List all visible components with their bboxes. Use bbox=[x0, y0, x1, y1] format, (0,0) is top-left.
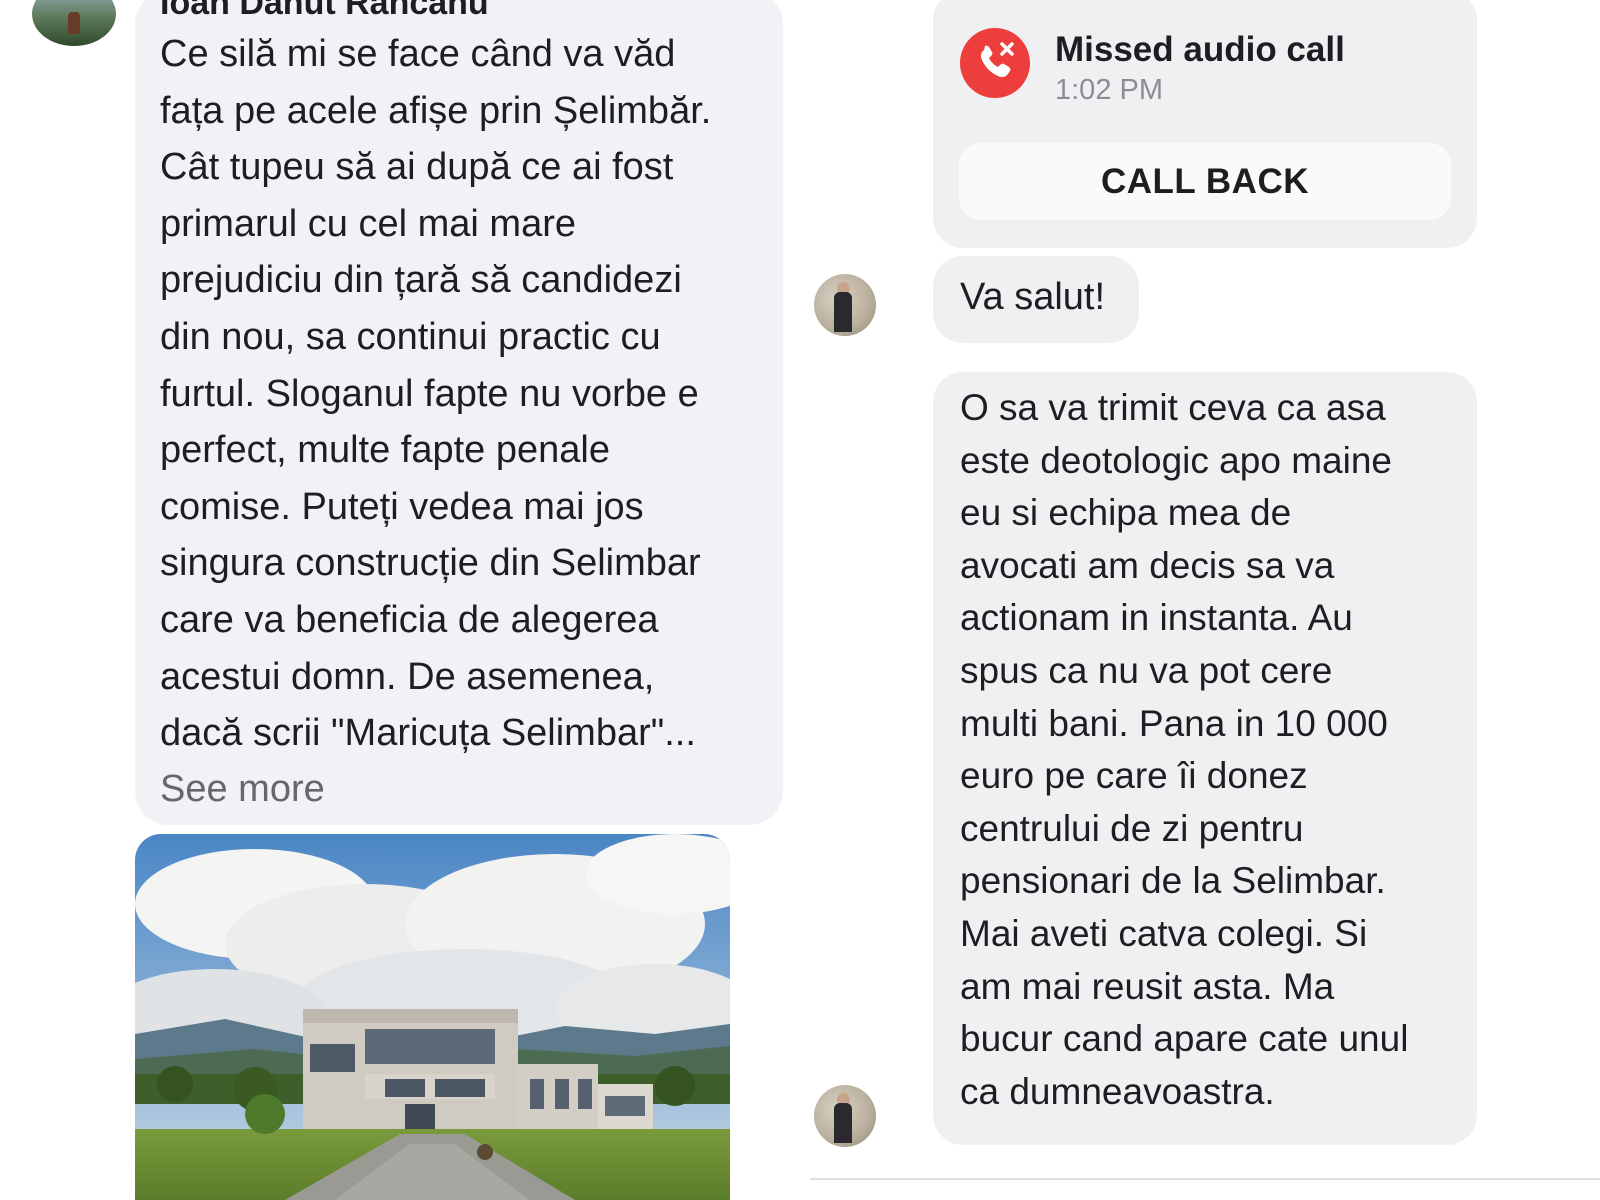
missed-call-time: 1:02 PM bbox=[1055, 74, 1163, 106]
call-back-button[interactable]: CALL BACK bbox=[959, 143, 1451, 220]
comment-author-name[interactable]: Ioan Danut Rancanu bbox=[160, 0, 489, 20]
attached-photo[interactable] bbox=[135, 834, 730, 1200]
comment-line: furtul. Sloganul fapte nu vorbe e bbox=[160, 372, 699, 415]
comment-line: prejudiciu din țară să candidezi bbox=[160, 259, 682, 302]
message-line: actionam in instanta. Au bbox=[960, 597, 1353, 639]
message-bubble-greeting[interactable]: Va salut! bbox=[933, 256, 1139, 343]
message-line: euro pe care îi donez bbox=[960, 755, 1308, 797]
building-photo-image bbox=[135, 834, 730, 1200]
message-line: eu si echipa mea de bbox=[960, 492, 1292, 534]
composer-divider bbox=[810, 1178, 1600, 1180]
message-line: avocati am decis sa va bbox=[960, 544, 1335, 586]
comment-line: dacă scrii "Maricuța Selimbar"... bbox=[160, 712, 696, 755]
comment-line: primarul cu cel mai mare bbox=[160, 202, 576, 245]
message-line: multi bani. Pana in 10 000 bbox=[960, 702, 1388, 744]
sender-avatar[interactable] bbox=[814, 1085, 876, 1147]
messenger-panel: Missed audio call 1:02 PM CALL BACK Va s… bbox=[810, 0, 1600, 1200]
message-line: Mai aveti catva colegi. Si bbox=[960, 912, 1368, 954]
message-line: pensionari de la Selimbar. bbox=[960, 860, 1386, 902]
message-bubble-long[interactable]: O sa va trimit ceva ca asa este deotolog… bbox=[933, 372, 1477, 1145]
message-line: este deotologic apo maine bbox=[960, 439, 1392, 481]
comment-line: din nou, sa continui practic cu bbox=[160, 315, 661, 358]
commenter-avatar[interactable] bbox=[32, 0, 116, 46]
missed-call-card: Missed audio call 1:02 PM CALL BACK bbox=[933, 0, 1477, 248]
see-more-link[interactable]: See more bbox=[160, 761, 325, 817]
message-line: bucur cand apare cate unul bbox=[960, 1018, 1409, 1060]
message-line: spus ca nu va pot cere bbox=[960, 649, 1333, 691]
comment-line: comise. Puteți vedea mai jos bbox=[160, 485, 644, 528]
comment-line: care va beneficia de alegerea bbox=[160, 598, 659, 641]
message-line: am mai reusit asta. Ma bbox=[960, 965, 1335, 1007]
missed-call-title: Missed audio call bbox=[1055, 30, 1345, 69]
sender-avatar[interactable] bbox=[814, 274, 876, 336]
missed-call-icon bbox=[960, 28, 1030, 98]
comment-line: acestui domn. De asemenea, bbox=[160, 655, 655, 698]
comment-panel: Ioan Danut Rancanu Ce silă mi se face câ… bbox=[0, 0, 790, 1200]
message-line: O sa va trimit ceva ca asa bbox=[960, 387, 1386, 428]
comment-line: perfect, multe fapte penale bbox=[160, 429, 610, 472]
message-text: Va salut! bbox=[960, 276, 1106, 318]
comment-line: Cât tupeu să ai după ce ai fost bbox=[160, 146, 674, 189]
comment-text: Ce silă mi se face când va văd fața pe a… bbox=[160, 26, 760, 762]
comment-line: fața pe acele afișe prin Șelimbăr. bbox=[160, 89, 712, 132]
comment-line: Ce silă mi se face când va văd bbox=[160, 33, 676, 75]
message-line: centrului de zi pentru bbox=[960, 807, 1304, 849]
message-line: ca dumneavoastra. bbox=[960, 1070, 1275, 1112]
message-text: O sa va trimit ceva ca asa este deotolog… bbox=[960, 382, 1470, 1118]
comment-line: singura construcție din Selimbar bbox=[160, 542, 701, 585]
